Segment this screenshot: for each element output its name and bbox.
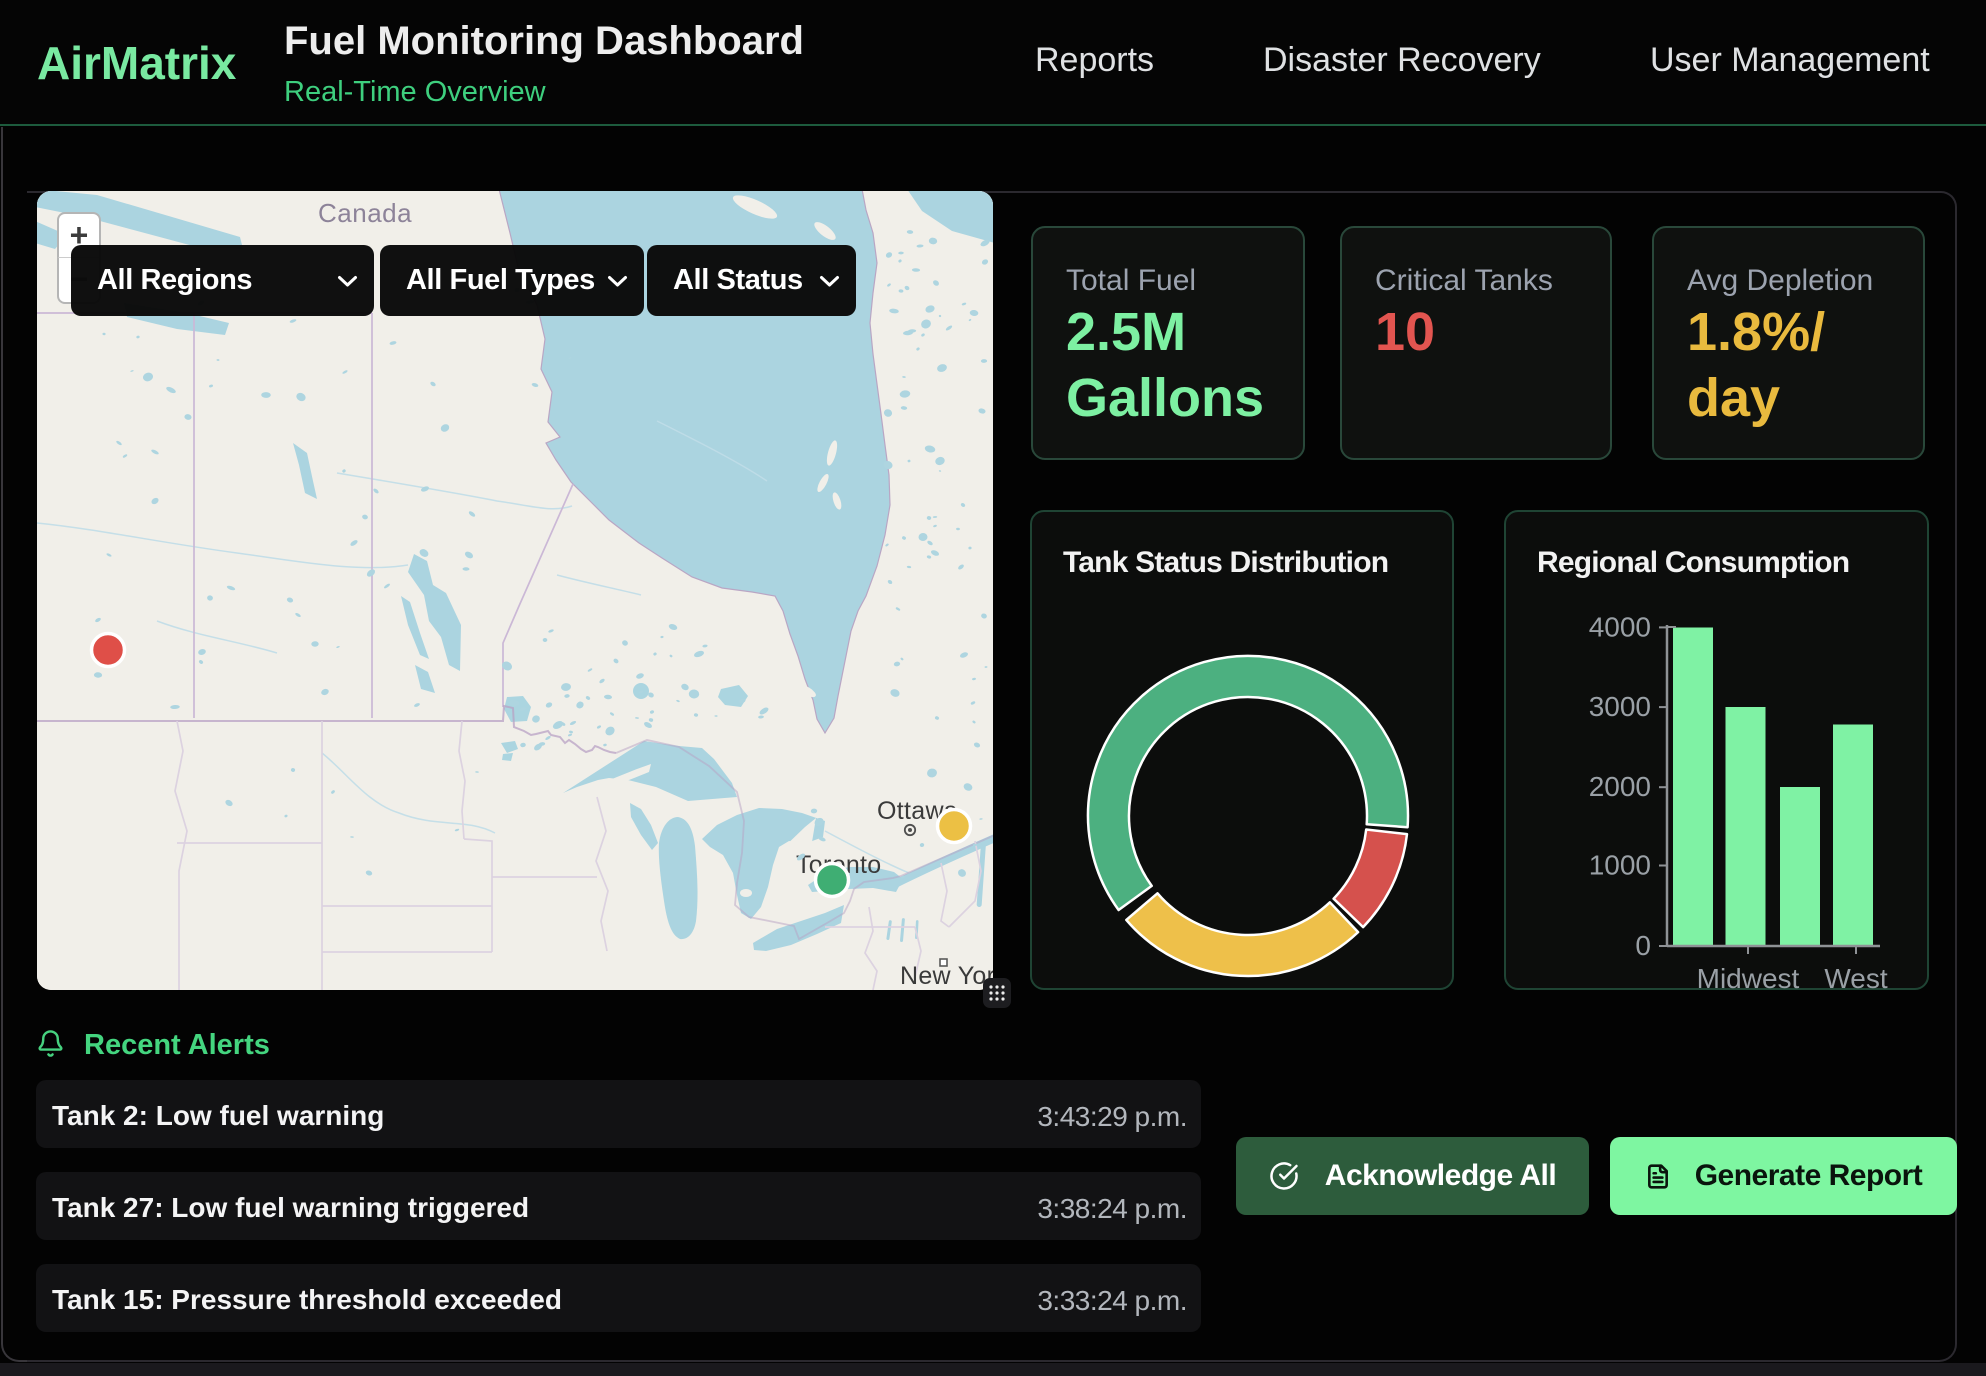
svg-text:West: West [1824, 963, 1887, 991]
svg-text:Midwest: Midwest [1697, 963, 1800, 991]
svg-text:2000: 2000 [1589, 771, 1651, 802]
svg-text:3000: 3000 [1589, 691, 1651, 722]
svg-text:Canada: Canada [318, 198, 412, 228]
svg-text:0: 0 [1635, 930, 1651, 961]
svg-text:1000: 1000 [1589, 850, 1651, 881]
svg-text:4000: 4000 [1589, 611, 1651, 642]
